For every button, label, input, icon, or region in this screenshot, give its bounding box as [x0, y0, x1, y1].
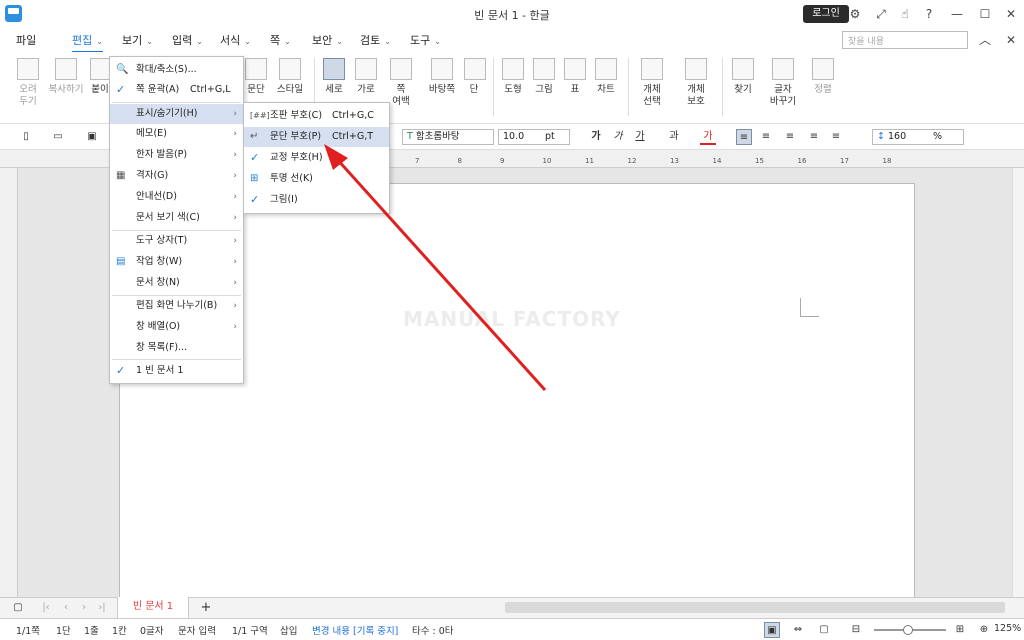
annotation-arrow: [324, 144, 547, 392]
